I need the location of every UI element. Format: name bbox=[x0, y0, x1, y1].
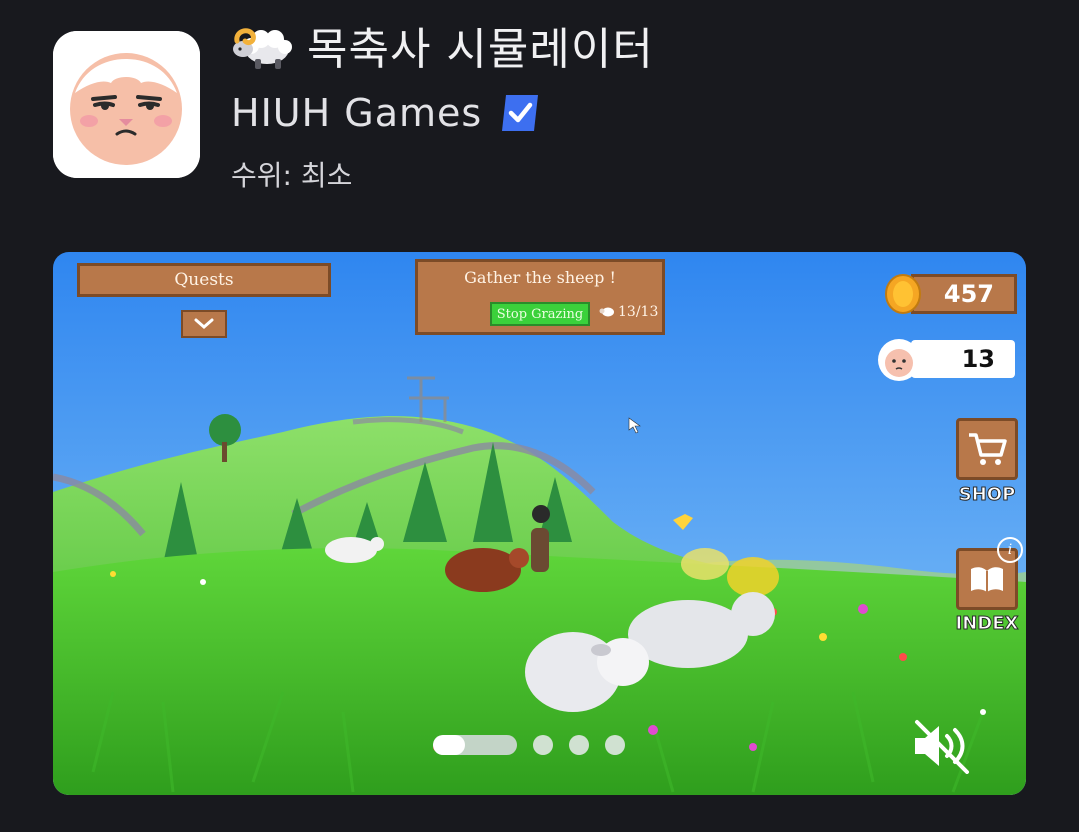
carousel-indicator bbox=[433, 735, 625, 755]
index-label: INDEX bbox=[955, 613, 1019, 635]
sheep-counter: 13 bbox=[911, 340, 1015, 378]
chevron-down-icon bbox=[194, 318, 214, 329]
stop-grazing-button[interactable]: Stop Grazing bbox=[490, 302, 590, 326]
quests-expand-button[interactable] bbox=[181, 310, 227, 338]
carousel-dot-active[interactable] bbox=[433, 735, 517, 755]
quests-panel[interactable]: Quests bbox=[77, 263, 331, 297]
book-icon bbox=[971, 567, 1003, 592]
ram-emoji-icon bbox=[233, 28, 292, 69]
shopping-cart-icon bbox=[969, 433, 1007, 465]
carousel-dot[interactable] bbox=[533, 735, 553, 755]
speaker-muted-icon[interactable] bbox=[911, 718, 973, 774]
media-preview[interactable]: Quests Gather the sheep ! Stop Grazing 1… bbox=[53, 252, 1026, 795]
quest-box: Gather the sheep ! Stop Grazing 13/13 bbox=[415, 259, 665, 335]
sheep-face-logo-icon bbox=[53, 31, 200, 178]
quest-progress-text: 13/13 bbox=[618, 304, 659, 320]
quest-progress: 13/13 bbox=[599, 304, 658, 320]
shop-label: SHOP bbox=[958, 484, 1016, 506]
info-icon[interactable]: i bbox=[997, 537, 1023, 563]
quest-title: Gather the sheep ! bbox=[464, 268, 616, 287]
coin-icon bbox=[885, 274, 921, 314]
shop-button[interactable] bbox=[956, 418, 1018, 480]
app-title: 목축사 시뮬레이터 bbox=[307, 24, 654, 75]
coin-counter: 457 bbox=[911, 274, 1017, 314]
verified-badge-icon bbox=[502, 95, 539, 131]
carousel-dot[interactable] bbox=[605, 735, 625, 755]
sheep-icon bbox=[599, 307, 614, 317]
sheep-face-icon bbox=[878, 339, 920, 381]
developer-name[interactable]: HIUH Games bbox=[231, 91, 482, 135]
content-rating: 수위: 최소 bbox=[231, 159, 353, 192]
app-icon[interactable] bbox=[53, 31, 200, 178]
carousel-dot[interactable] bbox=[569, 735, 589, 755]
